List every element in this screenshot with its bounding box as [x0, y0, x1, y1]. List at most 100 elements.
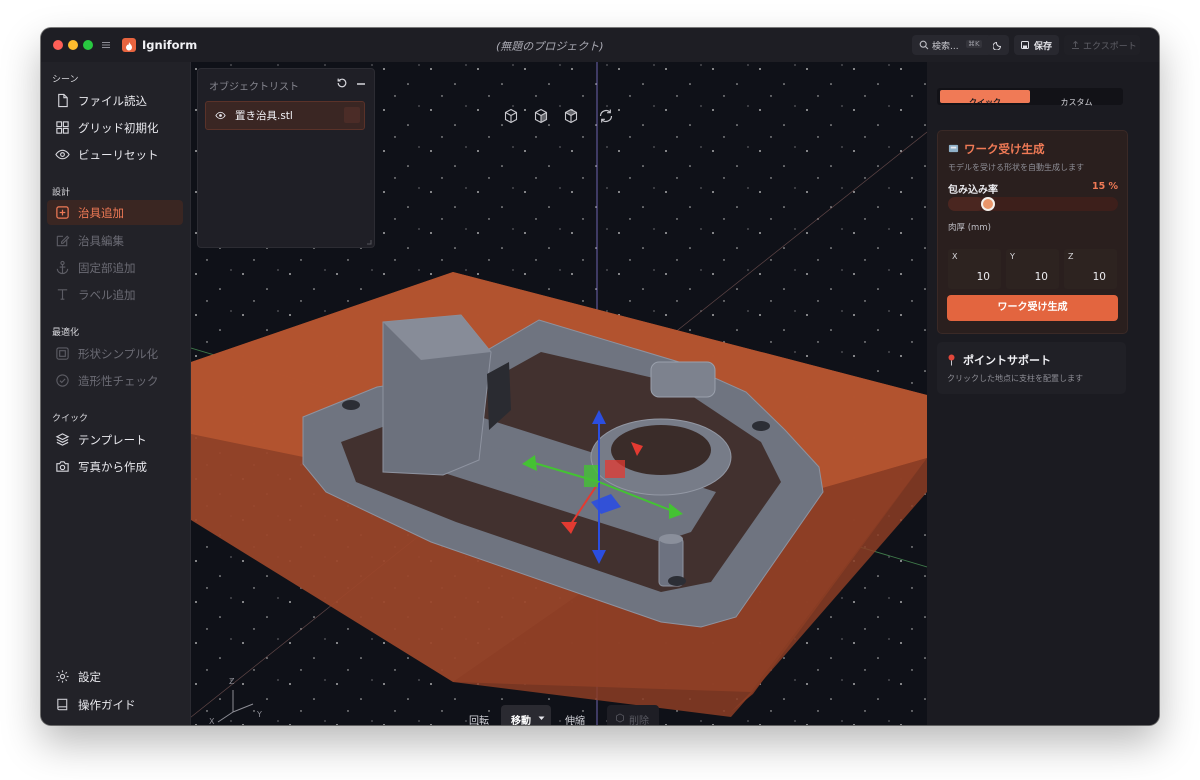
sidebar-item-template[interactable]: テンプレート	[47, 427, 183, 452]
search-button[interactable]: 検索... ⌘K	[912, 35, 992, 55]
app-logo-icon	[122, 38, 136, 52]
sidebar-item-label: 操作ガイド	[78, 698, 136, 712]
cube-front-icon[interactable]	[503, 108, 519, 124]
thickness-x-value: 10	[976, 271, 990, 283]
plus-square-icon	[56, 206, 69, 219]
rotate-view-icon[interactable]	[597, 107, 615, 125]
object-list-panel: オブジェクトリスト 置き治具.stl	[197, 68, 375, 248]
sidebar-item-label: 形状シンプル化	[78, 347, 159, 361]
text-icon	[57, 289, 68, 300]
sidebar-item-printability-check[interactable]: 造形性チェック	[47, 368, 183, 393]
sidebar-item-create-from-photo[interactable]: 写真から作成	[47, 454, 183, 479]
thickness-y-field[interactable]: Y 10	[1006, 249, 1059, 289]
tab-quick[interactable]: クイック	[940, 90, 1030, 107]
object-name: 置き治具.stl	[235, 110, 293, 122]
thickness-z-label: Z	[1068, 252, 1074, 261]
axis-label-z: Z	[229, 677, 235, 686]
sidebar-item-label: 設定	[78, 670, 101, 684]
transform-toolbar: 回転 移動 伸縮 削除	[457, 705, 663, 725]
object-item-action[interactable]	[344, 107, 360, 123]
tab-custom[interactable]: カスタム	[1033, 90, 1120, 107]
layers-icon	[55, 433, 70, 446]
work-receiver-subtitle: モデルを受ける形状を自動生成します	[948, 163, 1084, 172]
right-panel: クイック カスタム ワーク受け生成 モデルを受ける形状を自動生成します 包み込み…	[927, 62, 1159, 725]
camera-icon	[56, 461, 69, 472]
sidebar-item-settings[interactable]: 設定	[47, 664, 183, 689]
app-window: Igniform (無題のプロジェクト) 検索... ⌘K 保存 エクスポート …	[41, 28, 1159, 725]
thickness-y-value: 10	[1034, 271, 1048, 283]
menu-icon[interactable]	[101, 40, 111, 50]
section-title-design: 設計	[52, 188, 71, 198]
collapse-icon[interactable]	[355, 77, 367, 89]
work-receiver-title: ワーク受け生成	[964, 142, 1045, 156]
sidebar-item-label: ビューリセット	[78, 148, 159, 162]
cube-side-icon[interactable]	[533, 108, 549, 124]
object-list-item[interactable]: 置き治具.stl	[205, 101, 365, 130]
visibility-eye-icon[interactable]	[215, 110, 226, 121]
search-icon	[919, 40, 929, 50]
sidebar-item-guide[interactable]: 操作ガイド	[47, 692, 183, 717]
tab-custom-label: カスタム	[1060, 98, 1093, 107]
section-title-scene: シーン	[52, 75, 79, 85]
axis-label-x: X	[209, 717, 215, 725]
wrap-ratio-thumb[interactable]	[981, 197, 995, 211]
project-title[interactable]: (無題のプロジェクト)	[496, 38, 604, 54]
sidebar-item-label: 造形性チェック	[78, 374, 159, 388]
theme-toggle-button[interactable]	[987, 35, 1009, 55]
sidebar-item-edit-jig[interactable]: 治具編集	[47, 228, 183, 253]
anchor-icon	[56, 260, 69, 275]
sidebar-item-label: テンプレート	[78, 433, 147, 447]
title-bar: Igniform (無題のプロジェクト) 検索... ⌘K 保存 エクスポート	[41, 28, 1159, 63]
sidebar-item-reset-view[interactable]: ビューリセット	[47, 142, 183, 167]
cube-top-icon[interactable]	[563, 108, 579, 124]
sidebar-item-label: ラベル追加	[78, 288, 136, 302]
sidebar-item-add-fixture[interactable]: 固定部追加	[47, 255, 183, 280]
save-label: 保存	[1034, 42, 1053, 52]
scale-button[interactable]: 伸縮	[565, 712, 585, 725]
sidebar-item-reset-grid[interactable]: グリッド初期化	[47, 115, 183, 140]
close-window-button[interactable]	[53, 40, 63, 50]
sidebar-item-simplify[interactable]: 形状シンプル化	[47, 341, 183, 366]
viewport-3d[interactable]: Z Y X オブジェクトリスト 置き治具.stl 回転 移動 伸縮 削除	[191, 62, 927, 725]
search-shortcut: ⌘K	[966, 40, 982, 48]
mode-tabs: クイック カスタム	[937, 88, 1123, 107]
generate-work-receiver-button[interactable]: ワーク受け生成	[947, 295, 1118, 321]
wrap-ratio-fill	[948, 197, 984, 211]
thickness-z-value: 10	[1092, 271, 1106, 283]
gear-icon	[56, 670, 69, 683]
export-button[interactable]: エクスポート	[1064, 35, 1140, 55]
save-icon	[1021, 41, 1029, 49]
sidebar-item-label: 治具追加	[78, 206, 124, 220]
resize-handle-icon[interactable]	[366, 239, 372, 245]
wrap-ratio-label: 包み込み率	[948, 185, 998, 196]
sidebar-item-load-file[interactable]: ファイル読込	[47, 88, 183, 113]
minimize-window-button[interactable]	[68, 40, 78, 50]
sidebar-item-add-label[interactable]: ラベル追加	[47, 282, 183, 307]
work-receiver-card: ワーク受け生成 モデルを受ける形状を自動生成します 包み込み率 15 % 肉厚 …	[937, 130, 1128, 334]
point-support-card[interactable]: ポイントサポート クリックした地点に支柱を配置します	[937, 342, 1126, 394]
delete-button[interactable]: 削除	[607, 705, 659, 725]
generate-button-label: ワーク受け生成	[997, 302, 1068, 313]
rotate-button[interactable]: 回転	[469, 712, 489, 725]
file-icon	[58, 93, 68, 108]
thickness-z-field[interactable]: Z 10	[1064, 249, 1117, 289]
cube-delete-icon	[616, 713, 624, 723]
save-button[interactable]: 保存	[1014, 35, 1059, 55]
edit-icon	[56, 235, 70, 247]
simplify-icon	[56, 347, 69, 360]
thickness-x-field[interactable]: X 10	[948, 249, 1001, 289]
axis-label-y: Y	[257, 710, 262, 719]
maximize-window-button[interactable]	[83, 40, 93, 50]
wrap-ratio-value: 15 %	[1091, 181, 1118, 192]
moon-icon	[993, 41, 1002, 50]
refresh-icon[interactable]	[336, 77, 348, 89]
check-circle-icon	[56, 374, 69, 387]
pin-icon	[948, 354, 955, 366]
grid-icon	[56, 121, 69, 134]
object-list-title: オブジェクトリスト	[209, 82, 299, 93]
export-label: エクスポート	[1083, 42, 1137, 52]
sidebar-item-add-jig[interactable]: 治具追加	[47, 200, 183, 225]
wrap-ratio-slider[interactable]	[948, 197, 1118, 211]
thickness-x-label: X	[952, 252, 958, 261]
move-button[interactable]: 移動	[501, 705, 551, 725]
